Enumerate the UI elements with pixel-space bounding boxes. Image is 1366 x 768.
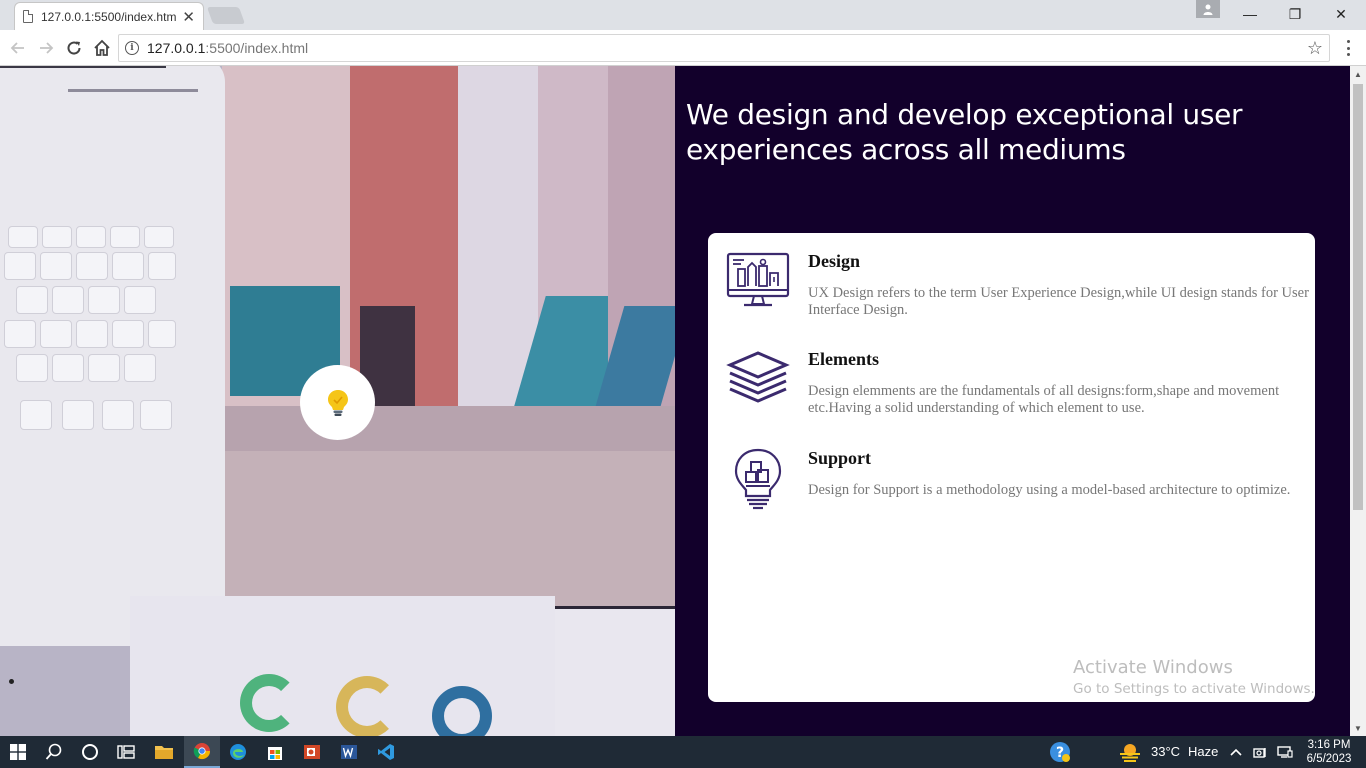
info-icon[interactable]: i: [125, 41, 139, 55]
laptop: [0, 66, 225, 646]
hero-image: [0, 66, 675, 736]
system-clock[interactable]: 3:16 PM 6/5/2023: [1300, 738, 1358, 766]
windows-logo-icon: [10, 744, 26, 760]
home-icon: [94, 39, 110, 56]
feature-description: Design for Support is a methodology usin…: [808, 482, 1291, 498]
device-icon: [1253, 748, 1266, 758]
clock-time: 3:16 PM: [1307, 739, 1351, 751]
feature-title: Design: [808, 251, 861, 271]
search-button[interactable]: [36, 736, 72, 768]
page-icon: [23, 10, 33, 23]
page-viewport: We design and develop exceptional user e…: [0, 66, 1350, 736]
weather-temperature[interactable]: 33°C: [1151, 744, 1180, 759]
lightbulb-button[interactable]: [300, 365, 375, 440]
network-tray-icon[interactable]: [1272, 736, 1298, 768]
back-arrow-icon: [10, 42, 24, 54]
url-host: 127.0.0.1: [147, 40, 206, 56]
back-button[interactable]: [6, 36, 30, 60]
feature-description: Design elemments are the fundamentals of…: [808, 383, 1280, 416]
activate-windows-watermark: Activate Windows Go to Settings to activ…: [1073, 657, 1315, 697]
taskbar-word[interactable]: [331, 736, 367, 768]
network-icon: [1277, 746, 1293, 758]
monitor-design-icon: [726, 252, 790, 307]
browser-tab[interactable]: 127.0.0.1:5500/index.htm ✕: [14, 2, 204, 30]
search-icon: [45, 743, 62, 760]
vscode-icon: [378, 744, 394, 760]
cortana-button[interactable]: [72, 736, 108, 768]
features-card: Design UX Design refers to the term User…: [708, 233, 1315, 702]
layers-icon: [726, 351, 790, 403]
store-icon: [268, 747, 282, 760]
maximize-button[interactable]: ❐: [1272, 0, 1318, 28]
url-path: :5500/index.html: [205, 40, 309, 56]
taskbar-powerpoint[interactable]: [294, 736, 330, 768]
page-headline: We design and develop exceptional user e…: [686, 98, 1243, 166]
feature-design: Design UX Design refers to the term User…: [726, 251, 1315, 331]
edge-icon: [230, 744, 246, 760]
folder-icon: [155, 746, 173, 759]
feature-elements: Elements Design elemments are the fundam…: [726, 349, 1315, 429]
taskbar-vscode[interactable]: [368, 736, 404, 768]
services-section: We design and develop exceptional user e…: [675, 66, 1350, 736]
weather-description[interactable]: Haze: [1188, 744, 1218, 759]
reload-button[interactable]: [62, 36, 86, 60]
forward-arrow-icon: [40, 42, 54, 54]
task-view-icon: [117, 745, 135, 759]
page-scrollbar[interactable]: ▲ ▼: [1350, 66, 1366, 736]
watermark-subtitle: Go to Settings to activate Windows.: [1073, 681, 1315, 697]
taskbar-file-explorer[interactable]: [146, 736, 182, 768]
address-bar[interactable]: i 127.0.0.1 :5500/index.html ☆: [118, 34, 1330, 62]
windows-taskbar: ? 33°C Haze 3:16 PM 6/5/2023: [0, 736, 1366, 768]
new-tab-button[interactable]: [206, 7, 246, 24]
feature-title: Elements: [808, 349, 879, 369]
reload-icon: [67, 41, 81, 55]
lightbulb-icon: [327, 389, 348, 416]
task-view-button[interactable]: [108, 736, 144, 768]
close-window-button[interactable]: ✕: [1318, 0, 1364, 28]
minimize-button[interactable]: —: [1227, 0, 1273, 28]
taskbar-store[interactable]: [257, 736, 293, 768]
tab-strip: 127.0.0.1:5500/index.htm ✕ — ❐ ✕: [0, 0, 1366, 30]
weather-tray-icon[interactable]: [1112, 736, 1148, 768]
scroll-down-icon[interactable]: ▼: [1350, 720, 1366, 736]
taskbar-chrome[interactable]: [184, 736, 220, 768]
lightbulb-cubes-icon: [734, 448, 782, 510]
powerpoint-icon: [304, 745, 320, 759]
watermark-title: Activate Windows: [1073, 657, 1233, 678]
help-icon: ?: [1050, 742, 1070, 762]
feature-title: Support: [808, 448, 872, 468]
show-hidden-icons-button[interactable]: [1222, 736, 1250, 768]
help-tray-icon[interactable]: ?: [1042, 736, 1078, 768]
tray-device-icon[interactable]: [1248, 736, 1272, 768]
chevron-up-icon: [1230, 748, 1242, 756]
profile-icon[interactable]: [1196, 0, 1220, 18]
tab-close-button[interactable]: ✕: [182, 8, 195, 26]
browser-toolbar: i 127.0.0.1 :5500/index.html ☆: [0, 30, 1366, 66]
haze-sun-icon: [1120, 744, 1140, 762]
feature-support: Support Design for Support is a methodol…: [726, 448, 1315, 528]
bookmark-star-icon[interactable]: ☆: [1307, 38, 1323, 59]
clock-date: 6/5/2023: [1306, 753, 1352, 765]
word-icon: [341, 745, 357, 759]
home-button[interactable]: [90, 36, 114, 60]
chrome-icon: [193, 743, 211, 760]
browser-menu-icon[interactable]: [1340, 38, 1356, 58]
feature-description: UX Design refers to the term User Experi…: [808, 285, 1309, 318]
cortana-circle-icon: [82, 744, 98, 760]
forward-button[interactable]: [34, 36, 58, 60]
start-button[interactable]: [0, 736, 36, 768]
tab-title: 127.0.0.1:5500/index.htm: [41, 9, 177, 24]
taskbar-edge[interactable]: [220, 736, 256, 768]
scroll-thumb[interactable]: [1353, 84, 1363, 510]
scroll-up-icon[interactable]: ▲: [1350, 66, 1366, 82]
